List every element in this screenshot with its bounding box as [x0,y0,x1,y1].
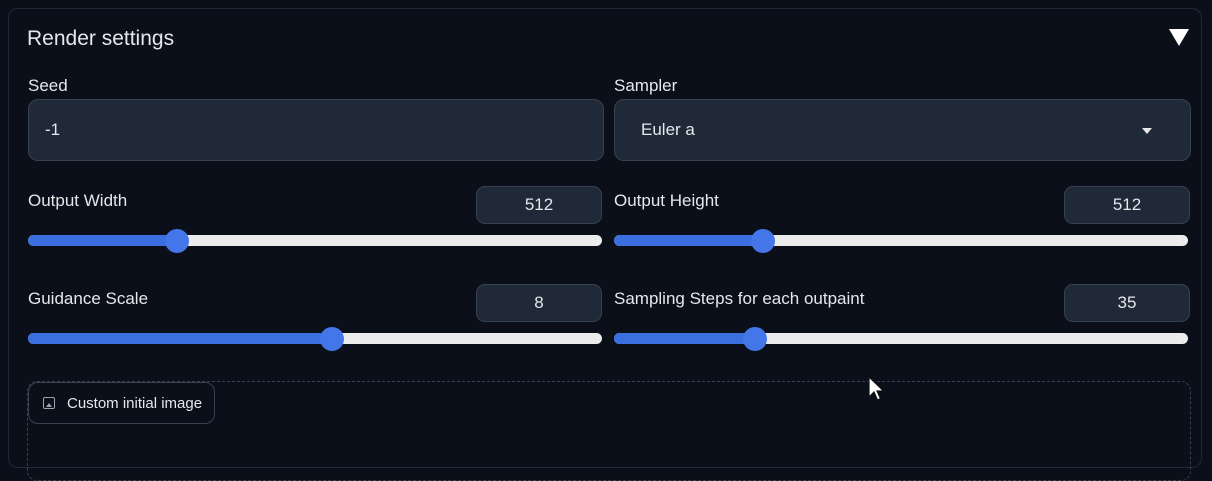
custom-image-dropzone[interactable]: Custom initial image [27,381,1191,481]
seed-label: Seed [28,76,68,95]
mouse-cursor-icon [868,376,885,401]
sampler-selected-value: Euler a [641,120,695,139]
chevron-down-icon [1142,128,1152,134]
sampler-label: Sampler [614,76,678,95]
sampler-select[interactable]: Euler a [614,99,1191,161]
output-height-label: Output Height [614,191,719,210]
slider-handle[interactable] [320,327,345,351]
panel-title[interactable]: Render settings [27,27,174,51]
slider-fill [614,333,755,344]
collapse-triangle-icon[interactable] [1169,29,1189,46]
render-settings-panel: Render settings Seed Sampler Euler a Out… [8,8,1202,481]
slider-handle[interactable] [742,327,767,351]
guidance-scale-number-field[interactable] [476,284,602,322]
slider-fill [28,235,178,246]
slider-handle[interactable] [165,229,190,253]
slider-fill [28,333,333,344]
output-height-number-field[interactable] [1064,186,1190,224]
sampling-steps-slider[interactable] [614,326,1188,351]
output-height-input[interactable] [1065,187,1189,223]
custom-image-label: Custom initial image [67,394,203,412]
output-width-number-field[interactable] [476,186,602,224]
seed-input[interactable] [29,100,603,160]
output-height-slider[interactable] [614,228,1188,253]
custom-image-label-tag: Custom initial image [28,382,216,424]
output-width-input[interactable] [477,187,601,223]
sampling-steps-number-field[interactable] [1064,284,1190,322]
slider-fill [614,235,764,246]
output-width-slider[interactable] [28,228,602,253]
seed-field[interactable] [28,99,604,161]
guidance-scale-slider[interactable] [28,326,602,351]
sampling-steps-label: Sampling Steps for each outpaint [614,289,865,308]
guidance-scale-input[interactable] [477,285,601,321]
output-width-label: Output Width [28,191,128,210]
guidance-scale-label: Guidance Scale [28,289,149,308]
slider-handle[interactable] [751,229,776,253]
sampling-steps-input[interactable] [1065,285,1189,321]
image-icon [43,397,55,409]
